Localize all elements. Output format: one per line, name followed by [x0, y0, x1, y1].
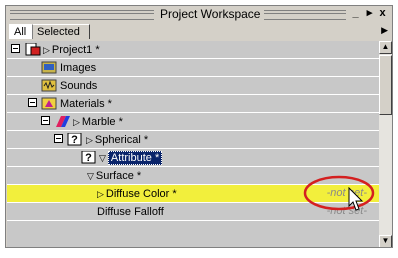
tree-row-spherical[interactable]: ? ▷ Spherical *	[7, 131, 379, 149]
tab-selected[interactable]: Selected	[32, 24, 90, 39]
tree-label-attribute: Attribute *	[107, 151, 163, 165]
svg-text:?: ?	[85, 152, 92, 164]
tree-label-spherical: Spherical *	[94, 134, 149, 146]
collapse-toggle-icon[interactable]	[54, 134, 63, 143]
tab-all[interactable]: All	[9, 24, 33, 39]
tree-label-materials: Materials *	[60, 98, 112, 110]
scroll-down-icon[interactable]: ▼	[379, 235, 392, 247]
tree-row-images[interactable]: Images	[7, 59, 379, 77]
scroll-up-icon[interactable]: ▲	[379, 41, 392, 54]
expand-triangle-icon[interactable]: ▷	[43, 45, 50, 55]
mouse-cursor-icon	[348, 187, 364, 211]
tree-row-project[interactable]: ▷ Project1 *	[7, 41, 379, 59]
title-bar[interactable]: Project Workspace _ ▸ x	[6, 6, 392, 22]
svg-text:?: ?	[71, 134, 78, 146]
minimize-icon[interactable]: _	[350, 8, 361, 19]
sounds-folder-icon	[41, 79, 57, 92]
tree-row-sounds[interactable]: Sounds	[7, 77, 379, 95]
tree-label-marble: Marble *	[81, 116, 123, 128]
project-icon	[25, 43, 41, 56]
expand-triangle-icon[interactable]: ▷	[97, 189, 104, 199]
tree-label-surface: Surface *	[95, 170, 142, 182]
tree-label-sounds: Sounds	[60, 80, 98, 92]
collapse-triangle-icon[interactable]: ▽	[87, 171, 94, 181]
material-gradient-icon	[56, 116, 70, 127]
question-mark-icon: ?	[81, 151, 96, 164]
expand-triangle-icon[interactable]: ▷	[86, 135, 93, 145]
materials-folder-icon	[41, 97, 57, 110]
images-folder-icon	[41, 61, 57, 74]
tab-scroll-arrow-icon[interactable]: ▶	[381, 25, 388, 36]
expand-triangle-icon[interactable]: ▷	[73, 117, 80, 127]
scroll-thumb[interactable]	[379, 55, 392, 115]
tree-label-diffuse-falloff: Diffuse Falloff	[97, 206, 164, 218]
question-mark-icon: ?	[67, 133, 82, 146]
annotation-circle	[303, 175, 375, 211]
tab-strip: All Selected ▶	[6, 23, 392, 40]
collapse-triangle-icon[interactable]: ▽	[99, 153, 106, 163]
tree-label-project: Project1 *	[51, 44, 100, 56]
project-tree: ▷ Project1 * Images Sounds Materials * ▷…	[7, 41, 379, 247]
window-title: Project Workspace	[156, 7, 265, 21]
tree-row-attribute[interactable]: ? ▽ Attribute *	[7, 149, 379, 167]
collapse-toggle-icon[interactable]	[28, 98, 37, 107]
close-icon[interactable]: x	[377, 8, 388, 19]
maximize-icon[interactable]: ▸	[364, 8, 375, 19]
collapse-toggle-icon[interactable]	[11, 44, 20, 53]
tree-label-diffuse-color: Diffuse Color *	[105, 188, 177, 200]
project-workspace-window: Project Workspace _ ▸ x All Selected ▶ ▷…	[5, 5, 393, 248]
tree-row-marble[interactable]: ▷ Marble *	[7, 113, 379, 131]
title-grip-left	[10, 10, 154, 20]
vertical-scrollbar[interactable]: ▲ ▼	[379, 41, 392, 247]
tree-label-images: Images	[60, 62, 97, 74]
tree-row-materials[interactable]: Materials *	[7, 95, 379, 113]
collapse-toggle-icon[interactable]	[41, 116, 50, 125]
